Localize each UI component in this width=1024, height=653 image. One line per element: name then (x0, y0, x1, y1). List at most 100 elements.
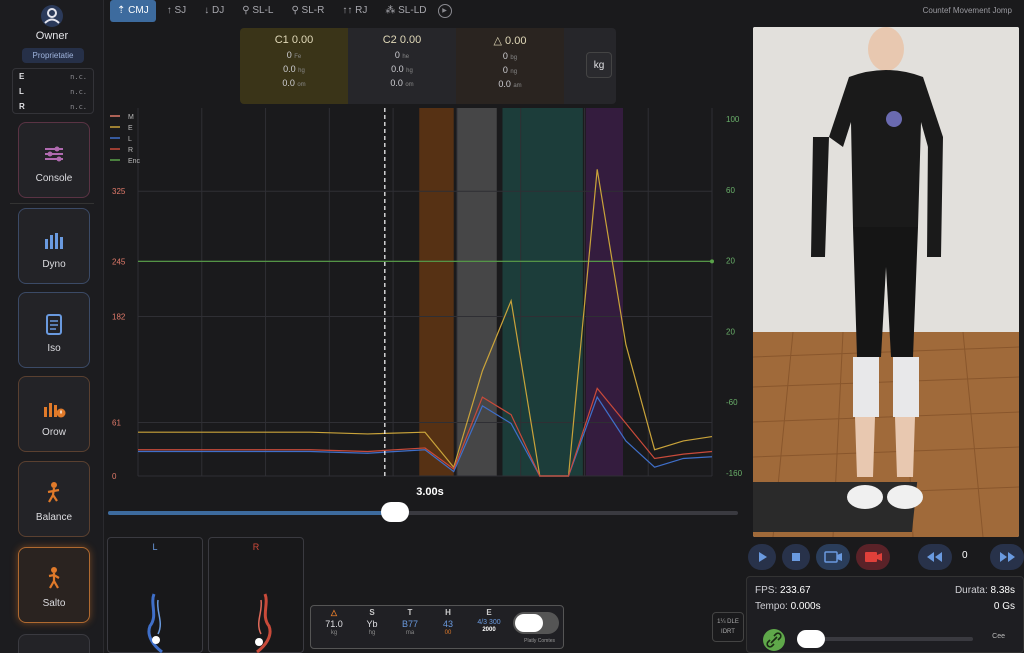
stat-unit: 2000 (482, 627, 496, 633)
nav-label: Console (35, 173, 73, 184)
nav-dyno-button[interactable]: Dyno (18, 208, 90, 284)
metric-row: 0 ng (456, 65, 564, 75)
metric-value: 0 (394, 50, 400, 60)
video-info-panel: FPS: 233.67 Durata: 8.38s Tempo: 0.000s … (746, 576, 1024, 653)
stat-delta: △ 71.0 kg (315, 608, 353, 646)
tab-sj[interactable]: ↑ SJ (160, 0, 193, 22)
duration-value: 8.38s (990, 585, 1015, 596)
stat-h: H 43 00 (429, 608, 467, 646)
metric-column-c1: C1 0.00 0 Fe 0.0 hg 0.0 om (240, 28, 348, 104)
info-row: FPS: 233.67 Durata: 8.38s (755, 585, 1015, 596)
metric-row: 0.0 om (240, 78, 348, 88)
nav-console-button[interactable]: Console (18, 122, 90, 198)
unit-toggle-button[interactable]: kg (586, 52, 612, 78)
play-button[interactable] (748, 544, 776, 570)
metric-unit: ng (510, 69, 518, 75)
metric-row: 0 Fe (240, 50, 348, 60)
metric-row: 0.0 hg (348, 64, 456, 74)
platform-toggle[interactable] (513, 612, 559, 634)
stat-unit: hg (368, 630, 376, 636)
nav-label: Salto (42, 598, 66, 609)
nav-salto-button[interactable]: Salto (18, 547, 90, 623)
info-row: Tempo: 0.000s 0 Gs (755, 601, 1015, 612)
metric-row: 0 bg (456, 51, 564, 61)
fast-forward-button[interactable] (990, 544, 1024, 570)
tab-sl-l[interactable]: ⚲ SL-L (235, 0, 280, 22)
tempo-value: 0.000s (790, 601, 821, 612)
metric-unit: bg (510, 55, 518, 61)
tab-icon: ⇡ (117, 5, 129, 16)
force-chart[interactable]: 0 61 182 245 325 100 60 20 20 -60 -160 MELR Enc (104, 104, 748, 484)
sensor-status-box: En.c. Ln.c. Rn.c. (12, 68, 94, 114)
duration-readout: Durata: 8.38s (955, 585, 1015, 596)
tab-rj[interactable]: ↑↑ RJ (335, 0, 374, 22)
nav-label: Balance (35, 512, 73, 523)
tab-sl-r[interactable]: ⚲ SL-R (284, 0, 331, 22)
nav-label: Orow (42, 427, 66, 438)
owner-avatar-icon[interactable] (40, 4, 64, 28)
stat-unit: ma (405, 630, 415, 636)
y-left-tick-label: 182 (112, 313, 126, 322)
threshold-line-marker (710, 259, 714, 264)
sensor-value: n.c. (70, 88, 87, 96)
foot-label: R (252, 542, 260, 552)
sync-link-button[interactable] (763, 629, 785, 651)
tab-label: RJ (355, 5, 368, 16)
chart-region-countermovement (419, 108, 454, 476)
results-stats-bar: △ 71.0 kg S Yb hg T B77 ma H 43 00 E 4/3 300 2000 … (310, 605, 564, 649)
playback-scrubber[interactable] (108, 502, 738, 522)
metric-value: 0 (502, 51, 508, 61)
stat-value: Yb (366, 619, 378, 629)
metric-column-delta: △ 0.00 0 bg 0 ng 0.0 am (456, 28, 564, 104)
toggle-label: Platly Comtes (524, 638, 555, 644)
video-camera-icon (824, 551, 842, 563)
fps-label: FPS: (755, 585, 778, 596)
stat-key: S (369, 608, 375, 617)
tab-label: SL-LD (398, 5, 427, 16)
stat-value: 43 (442, 619, 453, 629)
video-preview[interactable] (753, 27, 1019, 537)
legend-label: L (128, 136, 132, 143)
y-left-tick-label: 61 (112, 419, 121, 428)
scrubber-thumb[interactable] (380, 502, 409, 522)
camera-select-button[interactable] (816, 544, 850, 570)
tab-dj[interactable]: ↓ DJ (197, 0, 231, 22)
tab-cmj[interactable]: ⇡ CMJ (110, 0, 156, 22)
stat-value: 71.0 (325, 619, 343, 629)
stop-button[interactable] (782, 544, 810, 570)
metric-unit: Fe (294, 54, 302, 60)
nav-iso-button[interactable]: Iso (18, 292, 90, 368)
tab-icon: ⚲ (291, 5, 302, 16)
stat-e: E 4/3 300 2000 (467, 608, 511, 646)
play-circle-icon[interactable]: ▶ (437, 4, 452, 18)
nav-more-button[interactable] (18, 634, 90, 653)
metric-value: 0.0 (283, 64, 296, 74)
right-foot-panel: R (208, 537, 304, 653)
tab-icon: ⁂ (385, 5, 399, 16)
metric-header: C1 0.00 (274, 34, 314, 46)
record-button[interactable] (856, 544, 890, 570)
tab-icon: ↑↑ (342, 5, 356, 16)
tab-sl-ld[interactable]: ⁂ SL-LD (378, 0, 433, 22)
rewind-button[interactable] (918, 544, 952, 570)
sensor-key: R (19, 102, 25, 111)
nav-label: Dyno (42, 259, 66, 270)
scrubber-progress (108, 511, 395, 515)
left-foot-pressure-icon (147, 593, 163, 653)
metric-header: △ 0.00 (493, 35, 527, 47)
nav-balance-button[interactable]: Balance (18, 461, 90, 537)
metric-row: 0.0 om (348, 78, 456, 88)
dle-tag[interactable]: 1¼ DLE IDRT (712, 612, 744, 642)
legend-label: M (128, 114, 134, 121)
record-camera-icon (865, 552, 882, 562)
frame-counter: 0 (962, 550, 968, 561)
nav-orow-button[interactable]: Orow (18, 376, 90, 452)
person-balance-icon (47, 482, 60, 503)
sliders-icon (45, 146, 63, 162)
dle-tag-text: 1¼ DLE IDRT (717, 619, 739, 635)
video-slider-thumb[interactable] (797, 630, 825, 648)
stat-key: △ (330, 608, 338, 617)
y-right-tick-label: 100 (726, 115, 740, 124)
stat-unit: kg (330, 630, 338, 636)
metric-value: 0.0 (498, 79, 511, 89)
